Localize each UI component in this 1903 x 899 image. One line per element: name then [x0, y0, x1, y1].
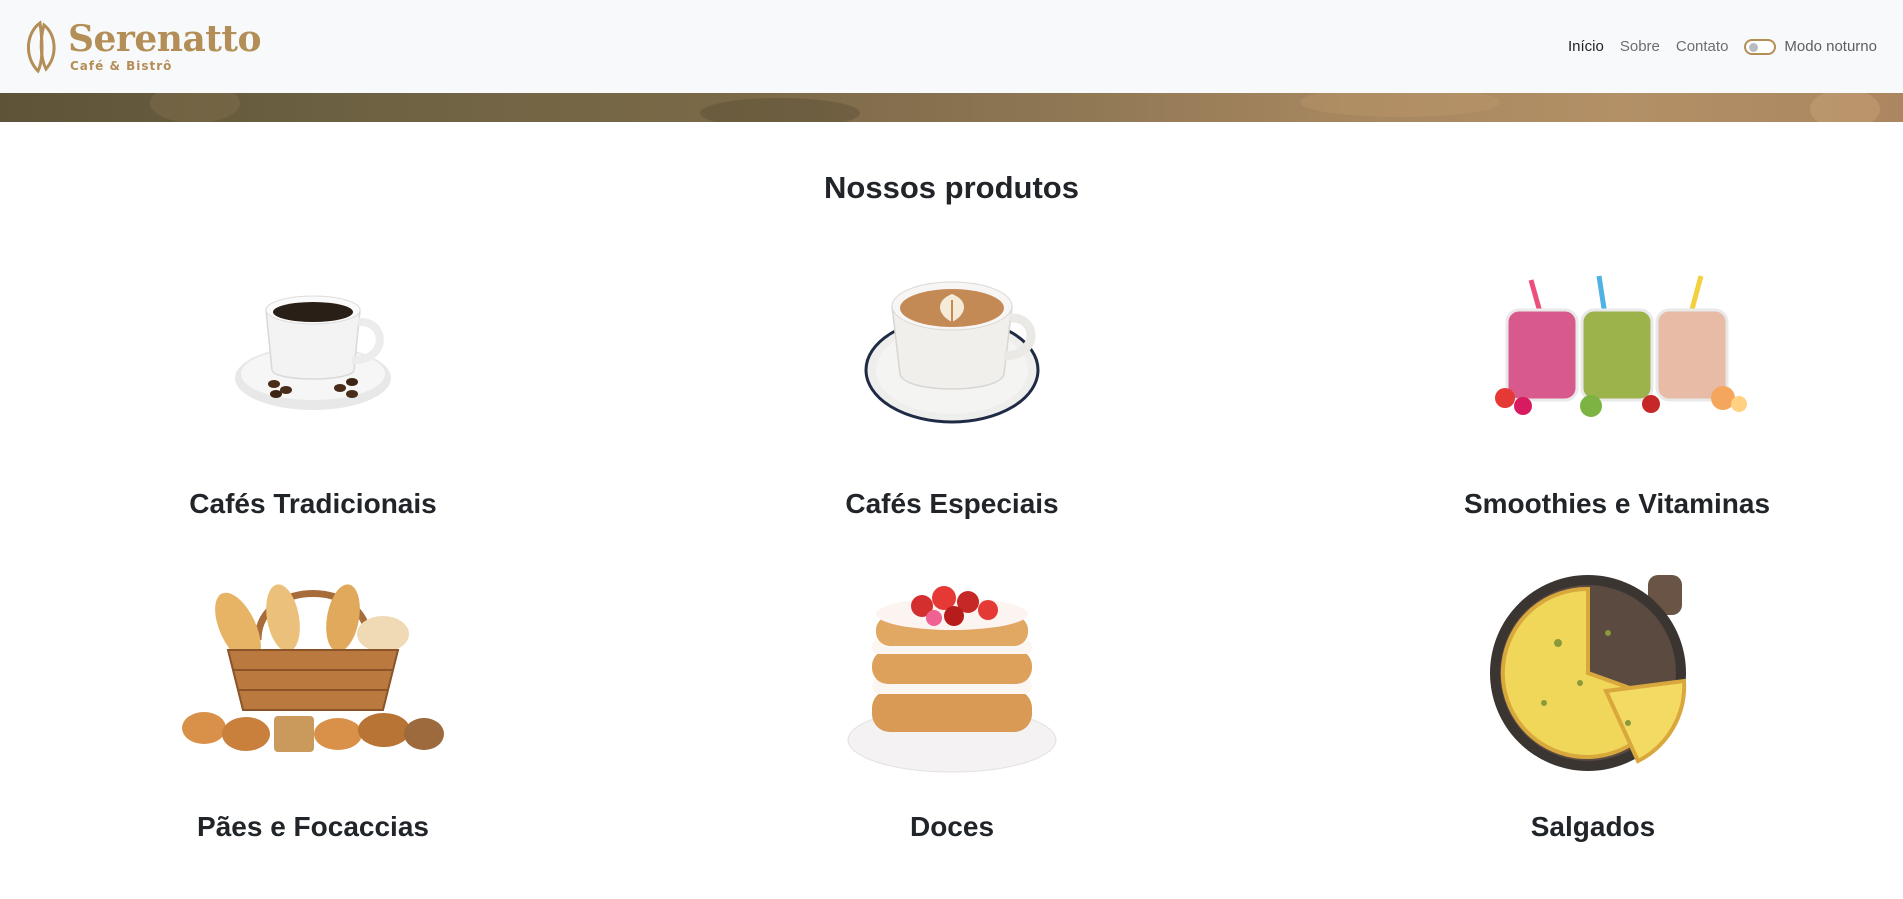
product-card-cafes-especiais[interactable] — [742, 270, 1162, 440]
brand-name: Serenatto — [68, 18, 262, 60]
bread-basket-icon — [182, 584, 444, 752]
dark-mode-label: Modo noturno — [1784, 38, 1877, 55]
product-card-smoothies[interactable] — [1407, 270, 1827, 420]
product-name[interactable]: Cafés Especiais — [742, 488, 1162, 520]
product-name[interactable]: Cafés Tradicionais — [103, 488, 523, 520]
product-card-salgados[interactable] — [1383, 573, 1803, 773]
site-header: Serenatto Café & Bistrô Início Sobre Con… — [0, 0, 1903, 93]
product-name[interactable]: Salgados — [1383, 811, 1803, 843]
quiche-icon — [1490, 575, 1687, 771]
hero-banner-image — [0, 93, 1903, 122]
nav-link-sobre[interactable]: Sobre — [1620, 38, 1660, 55]
product-card-cafes-tradicionais[interactable] — [103, 270, 523, 430]
coffee-bean-logo-icon — [27, 19, 56, 74]
product-card-doces[interactable] — [742, 580, 1162, 775]
coffee-cup-icon — [235, 295, 391, 410]
main-nav: Início Sobre Contato Modo noturno — [1568, 38, 1877, 55]
dark-mode-control: Modo noturno — [1744, 38, 1877, 55]
product-card-paes-focaccias[interactable] — [103, 580, 523, 760]
cake-icon — [847, 586, 1057, 773]
product-name[interactable]: Smoothies e Vitaminas — [1407, 488, 1827, 520]
toggle-knob — [1749, 42, 1759, 52]
section-title: Nossos produtos — [824, 170, 1079, 205]
brand-subtitle: Café & Bistrô — [70, 59, 173, 73]
nav-link-inicio[interactable]: Início — [1568, 38, 1604, 55]
nav-link-contato[interactable]: Contato — [1676, 38, 1729, 55]
cappuccino-icon — [864, 281, 1040, 424]
product-name[interactable]: Doces — [742, 811, 1162, 843]
dark-mode-toggle[interactable] — [1744, 38, 1777, 55]
brand-logo[interactable]: Serenatto Café & Bistrô — [20, 18, 262, 75]
smoothie-jars-icon — [1495, 275, 1747, 417]
product-name[interactable]: Pães e Focaccias — [103, 811, 523, 843]
